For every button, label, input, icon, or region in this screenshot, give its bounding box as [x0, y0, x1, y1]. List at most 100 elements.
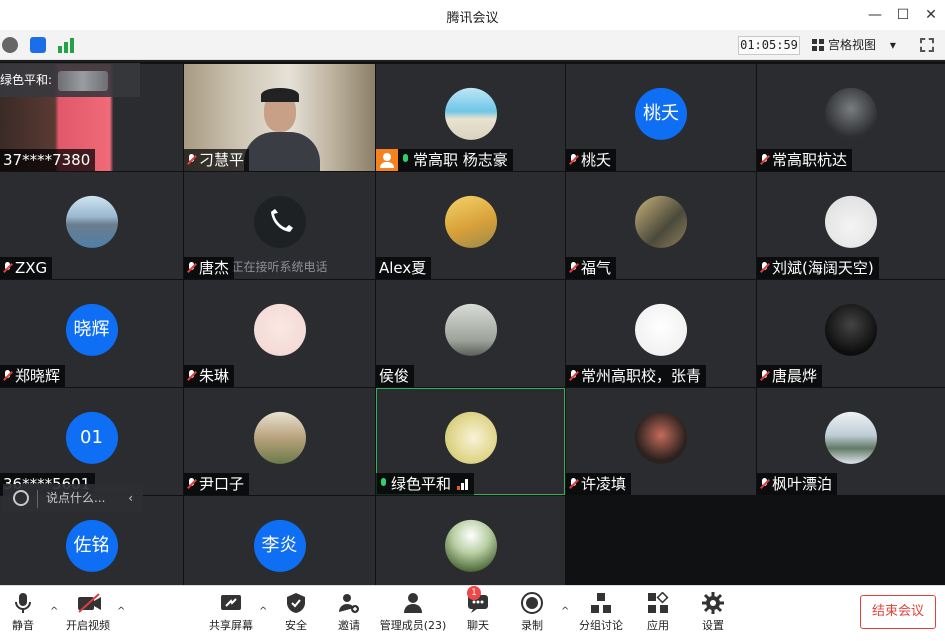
security-label: 安全 — [285, 619, 307, 632]
participant-tile[interactable]: 刁慧平 — [184, 64, 375, 171]
chat-button[interactable]: 1 聊天 — [452, 586, 504, 633]
participant-tile[interactable]: 刘斌(海阔天空) — [757, 172, 945, 279]
participant-tile[interactable]: 绿色平和 — [376, 388, 565, 495]
microphone-icon — [379, 478, 388, 490]
participant-tile[interactable]: 侯俊 — [376, 280, 565, 387]
emoji-icon[interactable] — [13, 490, 29, 506]
meeting-timer: 01:05:59 — [738, 36, 800, 55]
participant-tile[interactable]: Alex夏 — [376, 172, 565, 279]
speaking-indicator: 绿色平和: — [0, 63, 140, 97]
participant-tile[interactable]: 常高职杭达 — [757, 64, 945, 171]
microphone-icon — [401, 154, 410, 166]
participant-name-tag: 常州高职校，张青 — [566, 365, 707, 387]
participant-name: 唐杰 — [199, 259, 230, 277]
avatar — [444, 519, 497, 572]
participant-tile[interactable]: 常高职 杨志豪 — [376, 64, 565, 171]
chat-divider — [37, 489, 38, 508]
participant-tile[interactable]: 常州高职校，张青 — [566, 280, 756, 387]
participant-tile[interactable]: 唐晨烨 — [757, 280, 945, 387]
mic-muted-icon — [760, 478, 769, 490]
avatar: 桃夭 — [635, 87, 687, 140]
video-label: 开启视频 — [66, 619, 110, 632]
start-video-button[interactable]: 开启视频 — [62, 592, 114, 633]
view-selector[interactable]: 宫格视图 ▾ — [812, 36, 908, 55]
record-options-caret[interactable]: ^ — [561, 606, 569, 617]
mic-muted-icon — [187, 154, 196, 166]
participant-tile[interactable]: 枫叶漂泊 — [757, 388, 945, 495]
chat-placeholder[interactable]: 说点什么... — [46, 491, 105, 505]
share-screen-button[interactable]: 共享屏幕 — [205, 592, 257, 633]
fullscreen-icon[interactable] — [920, 38, 934, 52]
record-label: 录制 — [521, 619, 543, 632]
mute-button[interactable]: 静音 — [0, 592, 49, 633]
end-meeting-button[interactable]: 结束会议 — [860, 595, 936, 629]
participant-name-tag: 刘斌(海阔天空) — [757, 257, 879, 279]
participant-tile[interactable]: 许凌填 — [566, 388, 756, 495]
participant-name: Alex夏 — [379, 259, 427, 277]
avatar — [825, 303, 877, 356]
manage-members-button[interactable]: 管理成员(23) — [376, 592, 450, 633]
participant-name: 刘斌(海阔天空) — [772, 259, 874, 277]
avatar: 晓辉 — [65, 303, 118, 356]
audio-options-caret[interactable]: ^ — [50, 606, 58, 617]
participant-name-tag: 刁慧平 — [184, 149, 250, 171]
chat-input-box[interactable]: 说点什么... ‹ — [3, 484, 143, 512]
participant-name-tag: 桃夭 — [566, 149, 617, 171]
participant-tile[interactable]: ZXG — [0, 172, 183, 279]
participant-tile[interactable]: 朱琳 — [184, 280, 375, 387]
participant-name-tag: 福气 — [566, 257, 617, 279]
participant-name: 37****7380 — [3, 151, 91, 169]
avatar — [444, 303, 497, 356]
video-options-caret[interactable]: ^ — [117, 606, 125, 617]
participant-name-tag: 常高职杭达 — [757, 149, 853, 171]
security-button[interactable]: 安全 — [270, 592, 322, 633]
minimize-button[interactable]: — — [864, 4, 886, 26]
participant-tile[interactable]: 桃夭 桃夭 — [566, 64, 756, 171]
avatar — [825, 411, 877, 464]
camera-feed-person — [244, 88, 324, 171]
close-button[interactable]: ✕ — [920, 4, 942, 26]
participant-name: 枫叶漂泊 — [772, 475, 833, 493]
breakout-button[interactable]: 分组讨论 — [575, 592, 627, 633]
shield-icon — [285, 592, 307, 614]
speaking-label: 绿色平和: — [0, 73, 53, 87]
phone-icon — [253, 195, 306, 248]
shield-icon[interactable] — [30, 37, 46, 53]
share-screen-icon — [220, 592, 242, 614]
breakout-icon — [590, 592, 612, 614]
participant-tile[interactable]: 福气 — [566, 172, 756, 279]
avatar: 李炎 — [253, 519, 306, 572]
share-options-caret[interactable]: ^ — [259, 606, 267, 617]
avatar — [825, 195, 877, 248]
participant-name-tag: 郑晓辉 — [0, 365, 66, 387]
info-icon[interactable] — [2, 37, 18, 53]
collapse-chat-icon[interactable]: ‹ — [128, 484, 133, 512]
avatar — [253, 411, 306, 464]
settings-button[interactable]: 设置 — [687, 592, 739, 633]
signal-icon[interactable] — [58, 37, 74, 53]
meeting-toolbar: 01:05:59 宫格视图 ▾ — [0, 30, 945, 60]
participant-tile[interactable]: 晓辉郑晓辉 — [0, 280, 183, 387]
mic-muted-icon — [569, 478, 578, 490]
participant-tile[interactable]: 尹口子 — [184, 388, 375, 495]
apps-button[interactable]: 应用 — [632, 591, 684, 633]
speaking-wave-icon — [58, 70, 109, 91]
view-label: 宫格视图 — [828, 38, 877, 52]
participant-tile[interactable]: 0136****5601 — [0, 388, 183, 495]
mic-muted-icon — [187, 370, 196, 382]
record-icon — [521, 592, 543, 614]
participant-name-tag: 唐晨烨 — [757, 365, 823, 387]
title-bar: 腾讯会议 — ☐ ✕ — [0, 0, 945, 30]
maximize-button[interactable]: ☐ — [892, 4, 914, 26]
bottom-control-bar: 静音 ^ 开启视频 ^ 共享屏幕 ^ 安全 邀请 管理成员(23) 1 聊天 录… — [0, 585, 945, 641]
mic-muted-icon — [760, 154, 769, 166]
invite-button[interactable]: 邀请 — [323, 592, 375, 633]
participant-name-tag: ZXG — [0, 257, 53, 279]
avatar — [635, 411, 687, 464]
record-button[interactable]: 录制 — [506, 592, 558, 633]
participant-tile[interactable]: 正在接听系统电话 唐杰 — [184, 172, 375, 279]
avatar — [635, 195, 687, 248]
mic-muted-icon — [569, 370, 578, 382]
avatar — [444, 87, 497, 140]
chat-icon: 1 — [467, 586, 489, 614]
